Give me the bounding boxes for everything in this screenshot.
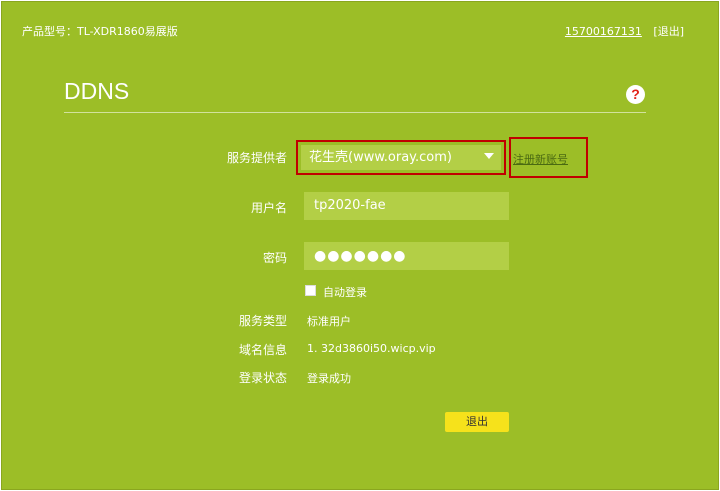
domain-label: 域名信息 (238, 343, 287, 357)
service-type-value: 标准用户 (307, 315, 351, 328)
auto-login-checkbox[interactable] (305, 285, 316, 296)
login-status-label: 登录状态 (238, 371, 287, 385)
username-label: 用户名 (250, 201, 287, 215)
register-link[interactable]: 注册新账号 (513, 151, 568, 167)
account-link[interactable]: 15700167131 (565, 25, 642, 38)
chevron-down-icon[interactable] (484, 153, 494, 159)
help-icon[interactable]: ? (626, 85, 645, 104)
password-label: 密码 (262, 251, 287, 265)
service-type-label: 服务类型 (238, 314, 287, 328)
page-title: DDNS (64, 78, 130, 104)
domain-value: 1. 32d3860i50.wicp.vip (307, 342, 436, 355)
account-area: 15700167131 [退出] (565, 23, 684, 39)
logout-button[interactable]: 退出 (445, 412, 509, 432)
product-model: 产品型号：TL-XDR1860易展版 (22, 25, 178, 38)
password-input[interactable]: ●●●●●●● (304, 242, 509, 270)
provider-select[interactable]: 花生壳(www.oray.com) (301, 145, 501, 170)
header-logout-link[interactable]: [退出] (653, 25, 684, 38)
title-divider (64, 112, 646, 113)
auto-login-label: 自动登录 (323, 286, 367, 299)
username-input[interactable]: tp2020-fae (304, 192, 509, 220)
login-status-value: 登录成功 (307, 372, 351, 385)
provider-label: 服务提供者 (226, 151, 287, 165)
